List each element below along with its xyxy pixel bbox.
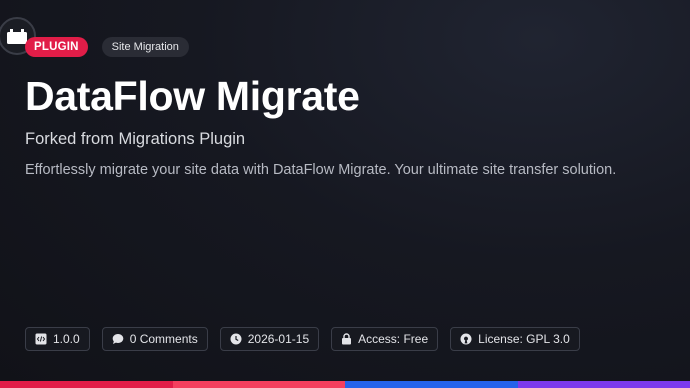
accent-bar-3 <box>345 381 518 388</box>
subtitle: Forked from Migrations Plugin <box>25 130 246 148</box>
access-text: Access: Free <box>358 332 429 346</box>
badge-row: PLUGIN Site Migration <box>25 37 189 57</box>
license-text: License: GPL 3.0 <box>478 332 570 346</box>
license-chip: License: GPL 3.0 <box>450 327 580 351</box>
speech-bubble-icon <box>112 334 124 344</box>
description: Effortlessly migrate your site data with… <box>25 162 617 178</box>
version-text: 1.0.0 <box>53 332 80 346</box>
category-badge[interactable]: Site Migration <box>101 37 189 57</box>
page-title: DataFlow Migrate <box>25 73 360 119</box>
lock-icon <box>342 333 352 345</box>
meta-row: 1.0.0 0 Comments 2026-01-15 Access: Free… <box>25 327 580 351</box>
accent-bar-1 <box>0 381 173 388</box>
accent-bar-4 <box>517 381 690 388</box>
clock-icon <box>230 333 242 345</box>
open-source-icon <box>460 333 472 345</box>
access-chip: Access: Free <box>331 327 439 351</box>
comments-text: 0 Comments <box>129 332 198 346</box>
code-file-icon <box>35 333 47 345</box>
version-chip: 1.0.0 <box>25 327 90 351</box>
date-text: 2026-01-15 <box>247 332 310 346</box>
accent-bars <box>0 381 690 388</box>
comments-chip[interactable]: 0 Comments <box>101 327 208 351</box>
date-chip: 2026-01-15 <box>219 327 320 351</box>
type-badge: PLUGIN <box>25 37 88 57</box>
accent-bar-2 <box>172 381 345 388</box>
